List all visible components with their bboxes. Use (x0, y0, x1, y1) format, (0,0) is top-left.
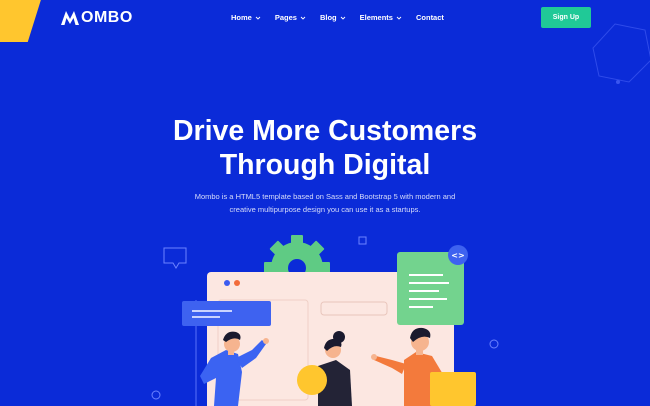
hero-illustration: <> (151, 235, 499, 406)
window-dot-orange (234, 280, 240, 286)
code-badge-label: <> (451, 251, 464, 260)
decorative-circle (151, 390, 161, 400)
window-dot-blue (224, 280, 230, 286)
decorative-square (358, 236, 367, 245)
chat-bubble-icon (163, 247, 187, 269)
blue-content-card (182, 301, 271, 326)
code-badge: <> (448, 245, 468, 265)
decorative-circle (489, 339, 499, 349)
